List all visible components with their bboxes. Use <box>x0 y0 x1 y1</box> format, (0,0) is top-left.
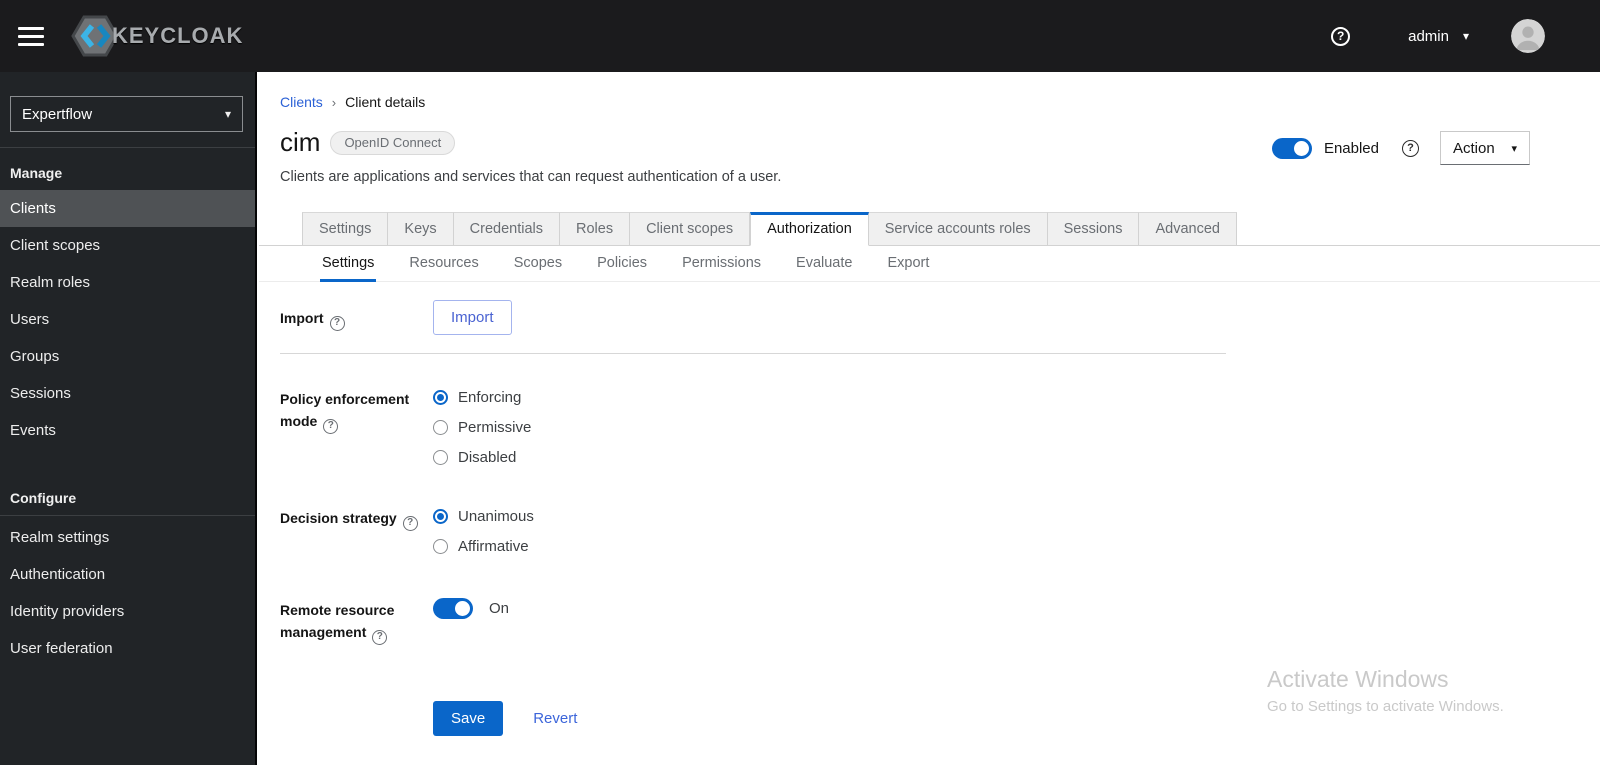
tab-sessions[interactable]: Sessions <box>1047 212 1140 245</box>
sidebar-item-user-federation[interactable]: User federation <box>0 630 255 667</box>
brand-text: KEYCLOAK <box>112 23 244 48</box>
page-header: cim OpenID Connect Clients are applicati… <box>259 127 1600 185</box>
remote-resource-toggle[interactable] <box>433 598 473 619</box>
policy-enforcement-row: Policy enforcement mode? Enforcing Permi… <box>280 381 1600 466</box>
sidebar-item-users[interactable]: Users <box>0 301 255 338</box>
subtab-policies[interactable]: Policies <box>595 246 649 281</box>
radio-icon[interactable] <box>433 420 448 435</box>
revert-link[interactable]: Revert <box>533 710 577 727</box>
tab-credentials[interactable]: Credentials <box>453 212 560 245</box>
watermark-title: Activate Windows <box>1267 666 1449 692</box>
user-menu[interactable]: admin ▾ <box>1408 28 1469 45</box>
tab-advanced[interactable]: Advanced <box>1139 212 1237 245</box>
page-description: Clients are applications and services th… <box>280 169 782 185</box>
decision-strategy-label: Decision strategy? <box>280 500 433 531</box>
help-icon[interactable]: ? <box>1331 26 1351 46</box>
subtab-export[interactable]: Export <box>885 246 931 281</box>
help-icon[interactable]: ? <box>1402 139 1419 157</box>
help-icon[interactable]: ? <box>402 515 418 531</box>
help-icon[interactable]: ? <box>323 418 339 434</box>
radio-icon[interactable] <box>433 390 448 405</box>
windows-activation-watermark: Activate Windows Go to Settings to activ… <box>1267 666 1504 715</box>
caret-down-icon: ▾ <box>1511 142 1517 155</box>
radio-affirmative[interactable]: Affirmative <box>433 538 534 555</box>
sidebar-item-authentication[interactable]: Authentication <box>0 556 255 593</box>
radio-icon[interactable] <box>433 509 448 524</box>
keycloak-admin-console: KEYCLOAK ? admin ▾ Expertflow ▾ Manage C… <box>0 0 1600 765</box>
tab-keys[interactable]: Keys <box>388 212 454 245</box>
subtab-evaluate[interactable]: Evaluate <box>794 246 854 281</box>
breadcrumb-clients-link[interactable]: Clients <box>280 94 323 110</box>
tab-settings[interactable]: Settings <box>302 212 389 245</box>
radio-enforcing[interactable]: Enforcing <box>433 389 531 406</box>
authorization-subtabs: Settings Resources Scopes Policies Permi… <box>259 246 1600 282</box>
realm-name: Expertflow <box>22 105 93 123</box>
enabled-label: Enabled <box>1323 139 1379 157</box>
page-title: cim <box>280 127 321 157</box>
nav-group-manage: Manage <box>10 165 63 181</box>
radio-unanimous[interactable]: Unanimous <box>433 508 534 525</box>
breadcrumb: Clients › Client details <box>259 72 1600 110</box>
sidebar-item-clients[interactable]: Clients <box>0 190 255 227</box>
import-label: Import? <box>280 300 433 331</box>
protocol-badge: OpenID Connect <box>330 130 456 155</box>
breadcrumb-current: Client details <box>345 94 426 110</box>
keycloak-logo: KEYCLOAK <box>70 14 243 58</box>
subtab-settings[interactable]: Settings <box>320 246 377 282</box>
policy-enforcement-label: Policy enforcement mode? <box>280 381 433 434</box>
caret-down-icon: ▾ <box>1462 29 1469 43</box>
sidebar-item-client-scopes[interactable]: Client scopes <box>0 227 255 264</box>
person-icon <box>1511 19 1545 53</box>
help-icon[interactable]: ? <box>372 629 388 645</box>
realm-selector[interactable]: Expertflow ▾ <box>10 96 243 132</box>
sidebar-item-identity-providers[interactable]: Identity providers <box>0 593 255 630</box>
nav-group-configure: Configure <box>10 490 77 506</box>
hamburger-menu-icon[interactable] <box>16 21 46 52</box>
masthead-right: ? admin ▾ <box>1331 19 1600 53</box>
sidebar-item-sessions[interactable]: Sessions <box>0 375 255 412</box>
remote-resource-state: On <box>489 600 510 617</box>
save-button[interactable]: Save <box>433 700 504 736</box>
enabled-toggle[interactable] <box>1271 137 1312 159</box>
radio-icon[interactable] <box>433 450 448 465</box>
action-dropdown[interactable]: Action ▾ <box>1440 131 1530 165</box>
action-dropdown-label: Action <box>1453 139 1495 157</box>
watermark-subtitle: Go to Settings to activate Windows. <box>1267 698 1504 715</box>
sidebar-item-realm-settings[interactable]: Realm settings <box>0 519 255 556</box>
sidebar-item-events[interactable]: Events <box>0 412 255 449</box>
masthead: KEYCLOAK ? admin ▾ <box>0 0 1600 72</box>
caret-down-icon: ▾ <box>224 107 231 121</box>
decision-strategy-options: Unanimous Affirmative <box>433 500 534 555</box>
import-row: Import? Import <box>280 300 1600 335</box>
tab-client-scopes[interactable]: Client scopes <box>630 212 751 245</box>
remote-resource-label: Remote resource management? <box>280 592 433 645</box>
divider <box>0 515 255 516</box>
remote-resource-row: Remote resource management? On <box>280 592 1600 645</box>
radio-icon[interactable] <box>433 539 448 554</box>
subtab-scopes[interactable]: Scopes <box>512 246 564 281</box>
subtab-resources[interactable]: Resources <box>407 246 480 281</box>
radio-permissive[interactable]: Permissive <box>433 419 531 436</box>
help-icon[interactable]: ? <box>329 315 345 331</box>
chevron-right-icon: › <box>331 94 337 110</box>
header-controls: Enabled ? Action ▾ <box>1271 131 1530 165</box>
user-name: admin <box>1408 27 1449 45</box>
sidebar: Expertflow ▾ Manage Clients Client scope… <box>0 72 257 765</box>
subtab-permissions[interactable]: Permissions <box>680 246 763 281</box>
tab-authorization[interactable]: Authorization <box>750 212 869 246</box>
radio-disabled[interactable]: Disabled <box>433 449 531 466</box>
tab-service-accounts-roles[interactable]: Service accounts roles <box>868 212 1048 245</box>
policy-enforcement-options: Enforcing Permissive Disabled <box>433 381 531 466</box>
sidebar-item-realm-roles[interactable]: Realm roles <box>0 264 255 301</box>
client-tabs: Settings Keys Credentials Roles Client s… <box>259 212 1600 246</box>
tab-roles[interactable]: Roles <box>560 212 631 245</box>
divider <box>280 353 1226 354</box>
avatar[interactable] <box>1511 19 1545 53</box>
decision-strategy-row: Decision strategy? Unanimous Affirmative <box>280 500 1600 555</box>
import-button[interactable]: Import <box>433 300 512 335</box>
main-content: Clients › Client details cim OpenID Conn… <box>259 72 1600 765</box>
sidebar-item-groups[interactable]: Groups <box>0 338 255 375</box>
